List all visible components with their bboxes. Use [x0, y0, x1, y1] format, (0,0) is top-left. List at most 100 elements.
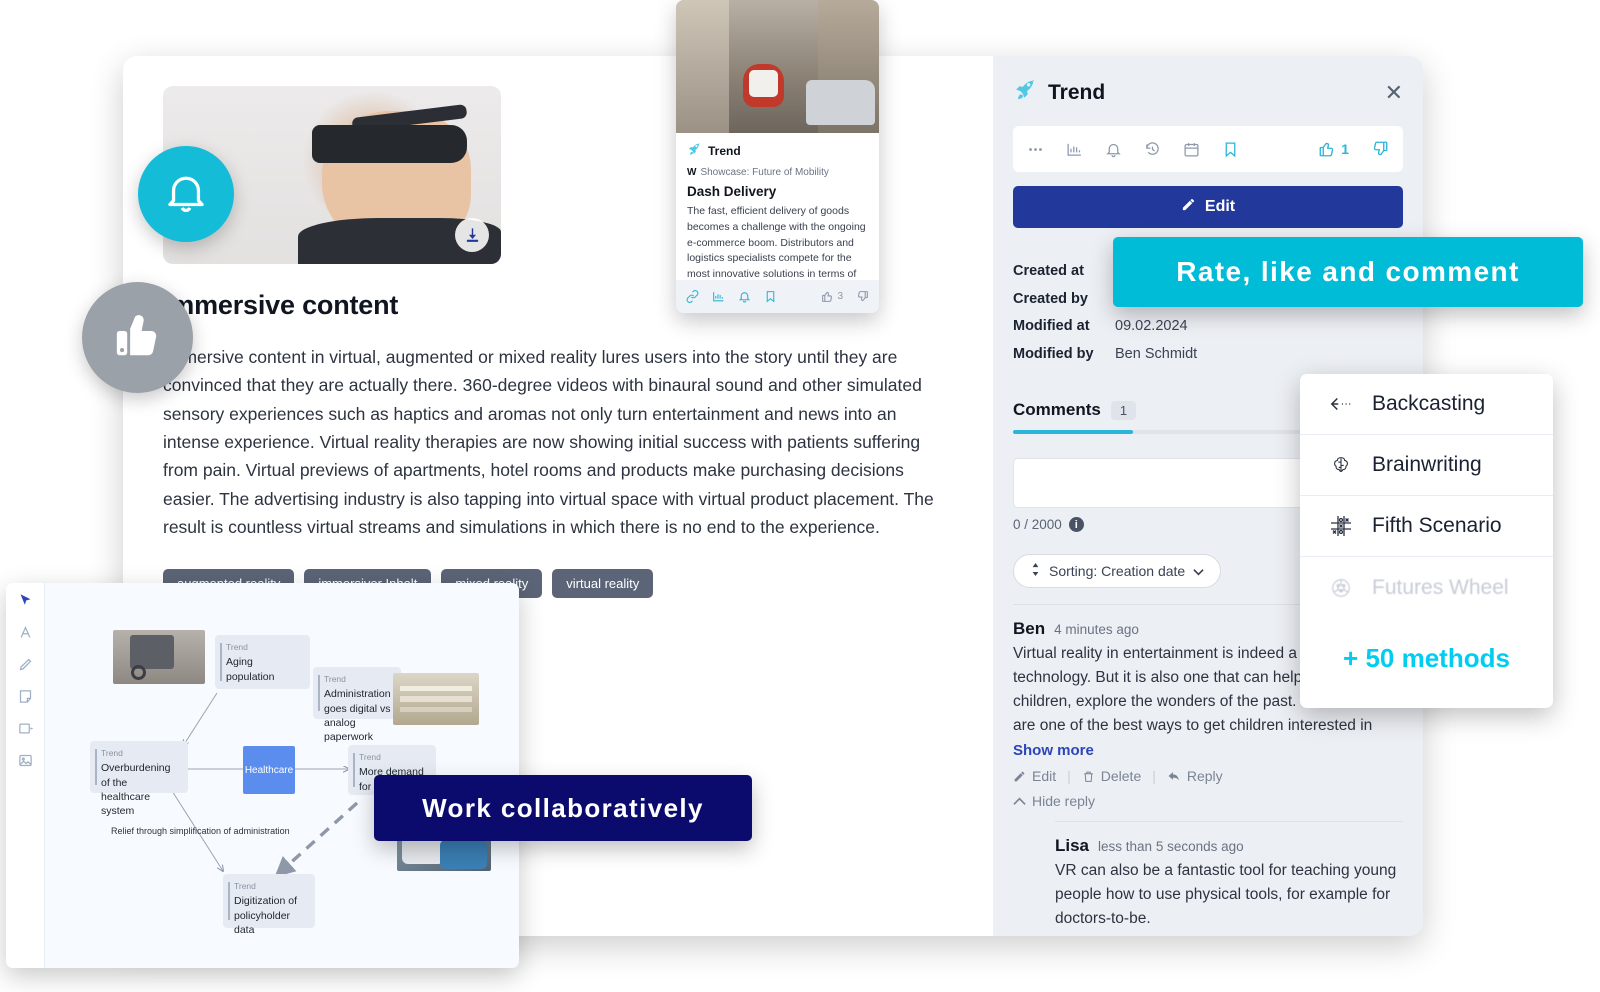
image-icon[interactable]: [18, 753, 33, 768]
info-icon[interactable]: i: [1068, 517, 1084, 533]
calendar-icon[interactable]: [1183, 141, 1200, 158]
canvas-hub-node[interactable]: Healthcare: [243, 746, 295, 794]
comment-author: Ben: [1013, 619, 1046, 639]
trend-preview-like-count: 3: [837, 291, 843, 302]
patient-shape: [440, 839, 488, 869]
method-item-brainwriting[interactable]: Brainwriting: [1300, 435, 1553, 496]
method-item-fifth-scenario[interactable]: Fifth Scenario: [1300, 496, 1553, 557]
street-wall-left: [676, 0, 729, 133]
hide-reply-button[interactable]: Hide reply: [1013, 793, 1095, 809]
trend-preview-card[interactable]: Trend W Showcase: Future of Mobility Das…: [676, 0, 879, 313]
sort-dropdown[interactable]: Sorting: Creation date: [1013, 554, 1222, 589]
hide-reply-label: Hide reply: [1032, 793, 1096, 810]
sort-icon: [1030, 563, 1041, 579]
trend-preview-showcase: W Showcase: Future of Mobility: [687, 167, 868, 178]
show-more-link[interactable]: Show more: [1013, 742, 1403, 759]
vr-goggles-shape: [311, 125, 468, 163]
comment-reply-button[interactable]: Reply: [1167, 768, 1223, 784]
pen-icon[interactable]: [18, 657, 33, 672]
reply-header: Lisa less than 5 seconds ago: [1055, 836, 1403, 856]
metadata-key: Created by: [1013, 290, 1088, 307]
bell-icon[interactable]: [738, 290, 751, 303]
node-label: Digitization of policyholder data: [234, 895, 298, 936]
character-counter-text: 0 / 2000: [1013, 517, 1062, 533]
comment-edit-button[interactable]: Edit: [1013, 768, 1056, 784]
trend-preview-type: Trend: [687, 142, 868, 160]
rocket-icon: [687, 142, 702, 160]
comment-timestamp: 4 minutes ago: [1054, 622, 1139, 638]
canvas-edge-label: Relief through simplification of adminis…: [111, 826, 290, 836]
trend-panel-title: Trend: [1048, 81, 1106, 104]
trend-preview-title: Dash Delivery: [687, 184, 777, 199]
download-icon[interactable]: [455, 218, 489, 252]
trend-toolbar: 1: [1013, 126, 1403, 172]
more-icon[interactable]: [1027, 141, 1044, 158]
thumbs-down-icon[interactable]: [856, 290, 869, 303]
canvas-image-wheelchair[interactable]: [113, 630, 205, 684]
parked-car-shape: [805, 79, 875, 126]
metadata-row: Modified by Ben Schmidt: [1013, 341, 1403, 369]
wheel-shape: [131, 664, 147, 680]
trend-preview-like[interactable]: 3: [821, 290, 843, 303]
pencil-icon: [1181, 197, 1196, 217]
node-kind: Trend: [234, 881, 256, 891]
chart-icon[interactable]: [1066, 141, 1083, 158]
canvas-node[interactable]: Trend Overburdening of the healthcare sy…: [90, 741, 188, 817]
wheelchair-shape: [129, 635, 174, 669]
chart-icon[interactable]: [712, 290, 725, 303]
method-item-futures-wheel[interactable]: Futures Wheel: [1300, 557, 1553, 618]
canvas-toolbar: [6, 583, 45, 968]
callout-rate-like-comment: Rate, like and comment: [1113, 237, 1583, 307]
edit-button[interactable]: Edit: [1013, 186, 1403, 228]
method-label: Brainwriting: [1372, 453, 1482, 476]
edit-button-label: Edit: [1204, 198, 1236, 215]
cursor-icon[interactable]: [18, 593, 33, 608]
canvas-node[interactable]: Trend Digitization of policyholder data: [223, 874, 315, 936]
comment-delete-button[interactable]: Delete: [1082, 768, 1141, 784]
paper-stack-shape: [399, 706, 473, 712]
hide-reply-row: Hide reply: [1013, 793, 1403, 809]
wheel-icon: [1328, 577, 1354, 599]
notification-badge: [138, 146, 234, 242]
sticky-note-icon[interactable]: [18, 689, 33, 704]
trend-preview-type-label: Trend: [708, 144, 741, 158]
comments-tab-label: Comments: [1013, 400, 1101, 420]
paper-stack-shape: [399, 686, 473, 692]
bookmark-icon[interactable]: [764, 290, 777, 303]
bell-icon: [163, 169, 209, 220]
trend-preview-footer: 3: [676, 280, 879, 313]
like-badge: [82, 282, 193, 393]
method-label: Fifth Scenario: [1372, 514, 1502, 537]
close-icon[interactable]: ✕: [1385, 82, 1403, 104]
comment-reply-item: Lisa less than 5 seconds ago VR can also…: [1055, 821, 1403, 936]
shape-icon[interactable]: [18, 721, 33, 736]
bell-icon[interactable]: [1105, 141, 1122, 158]
metadata-key: Modified at: [1013, 318, 1090, 335]
methods-popover: Backcasting Brainwriting Fifth Scenario …: [1300, 374, 1553, 708]
like-button[interactable]: 1: [1318, 140, 1349, 158]
grid-tic-tac-icon: [1328, 514, 1354, 538]
node-label: Administration goes digital vs analog pa…: [324, 688, 391, 743]
thumbs-down-icon[interactable]: [1371, 140, 1389, 158]
comments-count-badge: 1: [1110, 400, 1137, 420]
method-label: Backcasting: [1372, 392, 1486, 415]
node-kind: Trend: [101, 748, 123, 758]
canvas-image-paperwork[interactable]: [393, 673, 479, 725]
brain-icon: [1328, 454, 1354, 476]
reply-timestamp: less than 5 seconds ago: [1098, 839, 1244, 855]
canvas-node[interactable]: Trend Aging population: [215, 635, 310, 689]
bookmark-icon[interactable]: [1222, 141, 1239, 158]
tag-chip[interactable]: virtual reality: [552, 569, 654, 599]
methods-more-button[interactable]: + 50 methods: [1300, 618, 1553, 698]
screenshot-root: Immersive content Immersive content in v…: [0, 0, 1600, 992]
text-icon[interactable]: [18, 625, 33, 640]
canvas-node[interactable]: Trend Administration goes digital vs ana…: [313, 667, 401, 743]
trend-preview-body: Trend W Showcase: Future of Mobility Das…: [676, 133, 879, 305]
metadata-value: 09.02.2024: [1115, 318, 1188, 335]
history-icon[interactable]: [1144, 141, 1161, 158]
like-count: 1: [1341, 141, 1349, 157]
node-kind: Trend: [226, 642, 248, 652]
comment-reply-label: Reply: [1186, 768, 1223, 785]
method-item-backcasting[interactable]: Backcasting: [1300, 374, 1553, 435]
link-icon[interactable]: [686, 290, 699, 303]
